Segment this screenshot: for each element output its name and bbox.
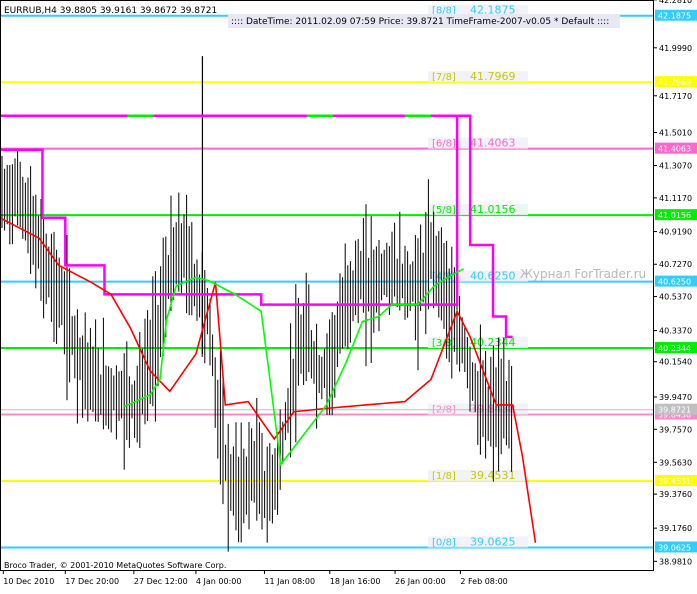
x-tick-label: 27 Dec 12:00 — [134, 577, 188, 586]
level-value: 39.4531 — [470, 469, 516, 482]
axis-level-tag-label: 41.0156 — [658, 211, 691, 220]
y-tick-label: 40.3370 — [659, 327, 692, 336]
y-tick-label: 40.1540 — [659, 358, 692, 367]
y-tick-label: 41.9990 — [659, 44, 692, 53]
level-label: [0/8] — [432, 537, 456, 548]
y-tick-label: 39.9470 — [659, 393, 692, 402]
y-tick-label: 39.7570 — [659, 425, 692, 434]
level-label: [1/8] — [432, 471, 456, 482]
y-tick-label: 40.5370 — [659, 293, 692, 302]
y-tick-label: 40.7270 — [659, 260, 692, 269]
y-tick-label: 39.5630 — [659, 458, 692, 467]
level-label: [5/8] — [432, 205, 456, 216]
level-label: [7/8] — [432, 72, 456, 83]
axis-level-tag-label: 39.0625 — [658, 543, 691, 552]
y-tick-label: 38.9810 — [659, 557, 692, 566]
axis-level-tag-label: 41.7969 — [658, 78, 691, 87]
symbol-ohlc-label: EURRUB,H4 39.8805 39.9161 39.8672 39.872… — [4, 6, 217, 16]
x-tick-label: 18 Jan 16:00 — [330, 577, 381, 586]
copyright-label: Broco Trader, © 2001-2010 MetaQuotes Sof… — [4, 561, 226, 570]
level-value: 39.0625 — [470, 535, 516, 548]
x-tick-label: 11 Jan 08:00 — [264, 577, 315, 586]
y-tick-label: 40.9190 — [659, 228, 692, 237]
x-tick-label: 4 Jan 00:00 — [196, 577, 242, 586]
y-tick-label: 39.3760 — [659, 490, 692, 499]
x-tick-label: 26 Jan 00:00 — [395, 577, 446, 586]
level-value: 41.0156 — [470, 203, 516, 216]
current-price-tag-label: 39.8721 — [658, 406, 691, 415]
y-tick-label: 41.5010 — [659, 129, 692, 138]
info-panel-text: :::: DateTime: 2011.02.09 07:59 Price: 3… — [231, 17, 609, 27]
price-chart[interactable]: [8/8] 42.1875 42.1875[7/8] 41.7969 41.7969[6… — [0, 0, 697, 591]
axis-level-tag-label: 39.4531 — [658, 477, 691, 486]
y-tick-label: 41.1170 — [659, 194, 692, 203]
axis-level-tag-label: 41.4063 — [658, 145, 691, 154]
x-tick-label: 17 Dec 20:00 — [65, 577, 119, 586]
level-label: [6/8] — [432, 139, 456, 150]
mt4-chart-window[interactable]: [8/8] 42.1875 42.1875 [7/8] 41.7969 41.7969 [6… — [0, 0, 697, 591]
axis-level-tag-label: 40.6250 — [658, 278, 691, 287]
x-tick-label: 2 Feb 08:00 — [460, 577, 507, 586]
axis-level-tag-label: 40.2344 — [658, 344, 691, 353]
y-tick-label: 39.1760 — [659, 524, 692, 533]
y-tick-label: 41.7170 — [659, 92, 692, 101]
level-value: 41.7969 — [470, 70, 516, 83]
y-tick-label: 41.3070 — [659, 162, 692, 171]
axis-level-tag-label: 42.1875 — [658, 12, 691, 21]
x-tick-label: 10 Dec 2010 — [3, 577, 54, 586]
watermark-text: Журнал ForTrader.ru — [520, 267, 646, 281]
level-value: 41.4063 — [470, 137, 516, 150]
y-tick-label: 42.2810 — [659, 0, 692, 5]
